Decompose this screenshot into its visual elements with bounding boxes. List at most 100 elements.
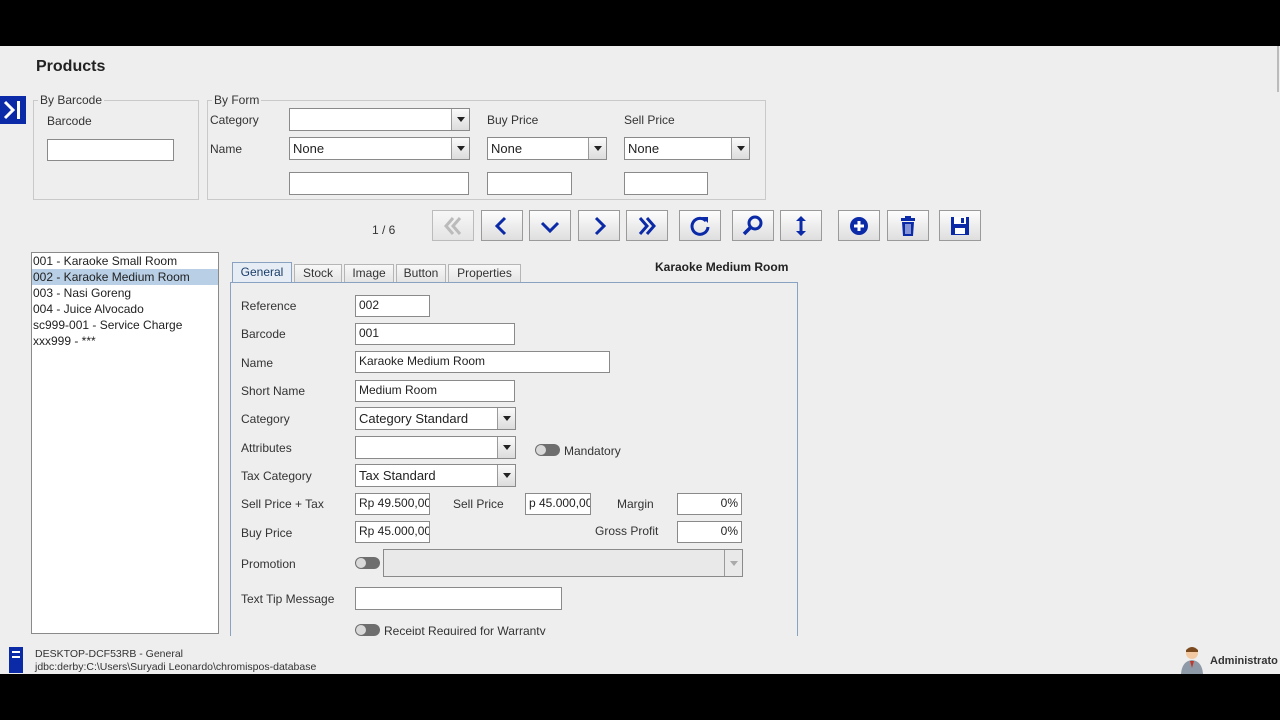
down-icon — [540, 221, 560, 233]
reference-label: Reference — [241, 299, 297, 313]
products-window: Products By Barcode Barcode By Form Cate… — [0, 46, 1280, 674]
name-filter-label: Name — [210, 142, 243, 156]
previous-record-button[interactable] — [481, 210, 523, 241]
server-icon — [9, 647, 23, 673]
first-record-button[interactable] — [432, 210, 474, 241]
category-filter-select[interactable] — [289, 108, 470, 131]
barcode-label: Barcode — [241, 327, 286, 341]
last-icon — [638, 216, 656, 235]
warranty-label: Receipt Required for Warranty — [384, 624, 546, 635]
margin-label: Margin — [617, 497, 654, 511]
reload-button[interactable] — [679, 210, 721, 241]
attributes-label: Attributes — [241, 441, 292, 455]
collapse-sidebar-icon — [3, 100, 20, 120]
category-value: Category Standard — [359, 411, 469, 426]
name-filter-operator-select[interactable]: None — [289, 137, 470, 160]
chevron-down-icon — [731, 138, 749, 159]
list-item[interactable]: 003 - Nasi Goreng — [32, 285, 218, 301]
promotion-label: Promotion — [241, 557, 296, 571]
mandatory-label: Mandatory — [564, 444, 621, 458]
margin-input[interactable]: 0% — [677, 493, 742, 515]
search-button[interactable] — [732, 210, 774, 241]
warranty-toggle[interactable] — [355, 624, 380, 636]
save-button[interactable] — [939, 210, 981, 241]
list-item[interactable]: 001 - Karaoke Small Room — [32, 253, 218, 269]
add-icon — [850, 216, 868, 235]
buy-price-filter-input[interactable] — [487, 172, 572, 195]
gross-profit-label: Gross Profit — [595, 524, 659, 538]
tab-general[interactable]: General — [232, 262, 292, 282]
tab-properties[interactable]: Properties — [448, 264, 521, 282]
chevron-down-icon — [497, 465, 515, 486]
category-label: Category — [241, 412, 290, 426]
barcode-input[interactable]: 001 — [355, 323, 515, 345]
chevron-down-icon — [451, 138, 469, 159]
list-item[interactable]: sc999-001 - Service Charge — [32, 317, 218, 333]
last-record-button[interactable] — [626, 210, 668, 241]
delete-icon — [901, 215, 915, 236]
status-host: DESKTOP-DCF53RB - General — [35, 648, 184, 660]
promotion-toggle[interactable] — [355, 557, 380, 569]
short-name-label: Short Name — [241, 384, 306, 398]
status-bar: DESKTOP-DCF53RB - General jdbc:derby:C:\… — [0, 646, 1280, 674]
by-form-legend: By Form — [214, 93, 260, 107]
chevron-down-icon — [588, 138, 606, 159]
buy-price-operator-value: None — [491, 141, 523, 156]
buy-price-label: Buy Price — [241, 526, 293, 540]
down-record-button[interactable] — [529, 210, 571, 241]
tax-category-select[interactable]: Tax Standard — [355, 464, 516, 487]
attributes-select[interactable] — [355, 436, 516, 459]
chevron-down-icon — [497, 408, 515, 429]
barcode-filter-label: Barcode — [47, 114, 92, 128]
sell-price-operator-select[interactable]: None — [624, 137, 750, 160]
name-input[interactable]: Karaoke Medium Room — [355, 351, 610, 373]
add-button[interactable] — [838, 210, 880, 241]
buy-price-input[interactable]: Rp 45.000,00 — [355, 521, 430, 543]
buy-price-operator-select[interactable]: None — [487, 137, 607, 160]
list-item[interactable]: 002 - Karaoke Medium Room — [32, 269, 218, 285]
list-item[interactable]: 004 - Juice Alvocado — [32, 301, 218, 317]
chevron-down-icon — [451, 109, 469, 130]
next-record-button[interactable] — [578, 210, 620, 241]
status-user: Administrato — [1210, 655, 1278, 667]
product-list[interactable]: 001 - Karaoke Small Room 002 - Karaoke M… — [31, 252, 219, 634]
name-label: Name — [241, 356, 274, 370]
tab-button[interactable]: Button — [396, 264, 446, 282]
reload-icon — [690, 216, 710, 236]
name-filter-input[interactable] — [289, 172, 469, 195]
sell-price-tax-input[interactable]: Rp 49.500,00 — [355, 493, 430, 515]
category-filter-label: Category — [210, 113, 259, 127]
barcode-filter-input[interactable] — [47, 139, 174, 161]
page-indicator: 1 / 6 — [372, 223, 396, 237]
promotion-select[interactable] — [383, 549, 743, 577]
save-icon — [951, 216, 969, 235]
tax-category-value: Tax Standard — [359, 468, 436, 483]
sell-price-input[interactable]: p 45.000,00 — [525, 493, 591, 515]
chevron-down-icon — [724, 550, 742, 576]
text-tip-input[interactable] — [355, 587, 562, 610]
product-header: Karaoke Medium Room — [655, 260, 789, 274]
delete-button[interactable] — [887, 210, 929, 241]
text-tip-label: Text Tip Message — [241, 592, 335, 606]
tab-image[interactable]: Image — [344, 264, 394, 282]
list-item[interactable]: xxx999 - *** — [32, 333, 218, 349]
mandatory-toggle[interactable] — [535, 444, 560, 456]
sell-price-filter-input[interactable] — [624, 172, 708, 195]
sort-icon — [796, 215, 806, 236]
buy-price-filter-label: Buy Price — [487, 113, 539, 127]
short-name-input[interactable]: Medium Room — [355, 380, 515, 402]
search-icon — [742, 215, 763, 235]
name-filter-operator-value: None — [293, 141, 325, 156]
tab-stock[interactable]: Stock — [294, 264, 342, 282]
tax-category-label: Tax Category — [241, 469, 312, 483]
gross-profit-input[interactable]: 0% — [677, 521, 742, 543]
reference-input[interactable]: 002 — [355, 295, 430, 317]
window-edge — [1277, 46, 1279, 92]
first-icon — [444, 216, 462, 235]
by-barcode-legend: By Barcode — [40, 93, 103, 107]
sort-button[interactable] — [780, 210, 822, 241]
previous-icon — [494, 216, 507, 235]
category-select[interactable]: Category Standard — [355, 407, 516, 430]
sidebar-toggle-button[interactable] — [0, 96, 26, 124]
user-avatar-icon — [1181, 647, 1203, 674]
